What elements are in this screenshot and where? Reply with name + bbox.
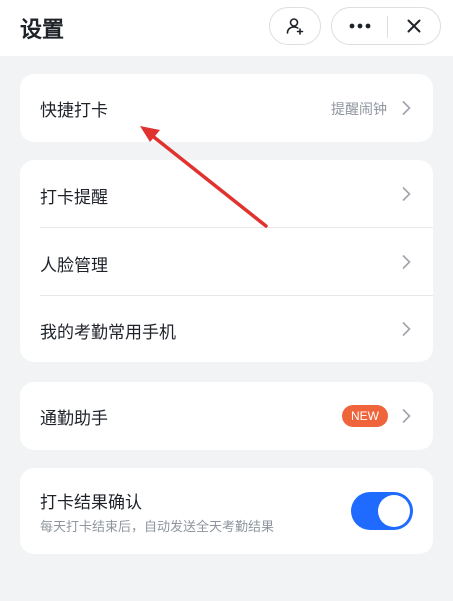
- chevron-right-icon: [402, 321, 411, 337]
- face-management-row[interactable]: 人脸管理: [20, 228, 433, 295]
- toggle-knob: [378, 495, 410, 527]
- quick-checkin-label: 快捷打卡: [40, 101, 108, 121]
- commute-assistant-row[interactable]: 通勤助手 NEW: [20, 382, 433, 450]
- add-contact-button[interactable]: [269, 7, 321, 45]
- chevron-right-icon: [402, 186, 411, 202]
- common-phone-row[interactable]: 我的考勤常用手机: [20, 296, 433, 362]
- checkin-settings-card: 打卡提醒 人脸管理 我的考勤常用手机: [20, 160, 433, 362]
- common-phone-label: 我的考勤常用手机: [40, 323, 176, 343]
- result-confirm-subtitle: 每天打卡结束后，自动发送全天考勤结果: [40, 520, 275, 535]
- chevron-right-icon: [402, 254, 411, 270]
- new-badge: NEW: [342, 405, 388, 427]
- more-dots-icon: [349, 23, 370, 29]
- more-button[interactable]: [332, 8, 387, 44]
- add-contact-icon: [286, 18, 304, 35]
- chevron-right-icon: [402, 408, 411, 424]
- quick-checkin-row[interactable]: 快捷打卡 提醒闹钟: [20, 74, 433, 142]
- result-confirm-label: 打卡结果确认: [40, 493, 142, 513]
- close-button[interactable]: [388, 8, 440, 44]
- checkin-reminder-label: 打卡提醒: [40, 188, 108, 208]
- chevron-right-icon: [402, 100, 411, 116]
- quick-checkin-card: 快捷打卡 提醒闹钟: [20, 74, 433, 142]
- menu-pill: [331, 7, 441, 45]
- face-management-label: 人脸管理: [40, 256, 108, 276]
- page-title: 设置: [20, 18, 65, 43]
- commute-assistant-card: 通勤助手 NEW: [20, 382, 433, 450]
- header-bar: 设置: [0, 0, 453, 56]
- reminder-alarm-text: 提醒闹钟: [331, 102, 387, 118]
- result-confirm-card: 打卡结果确认 每天打卡结束后，自动发送全天考勤结果: [20, 468, 433, 554]
- commute-assistant-label: 通勤助手: [40, 409, 108, 429]
- result-confirm-toggle[interactable]: [351, 492, 413, 530]
- close-icon: [407, 19, 421, 33]
- checkin-reminder-row[interactable]: 打卡提醒: [20, 160, 433, 227]
